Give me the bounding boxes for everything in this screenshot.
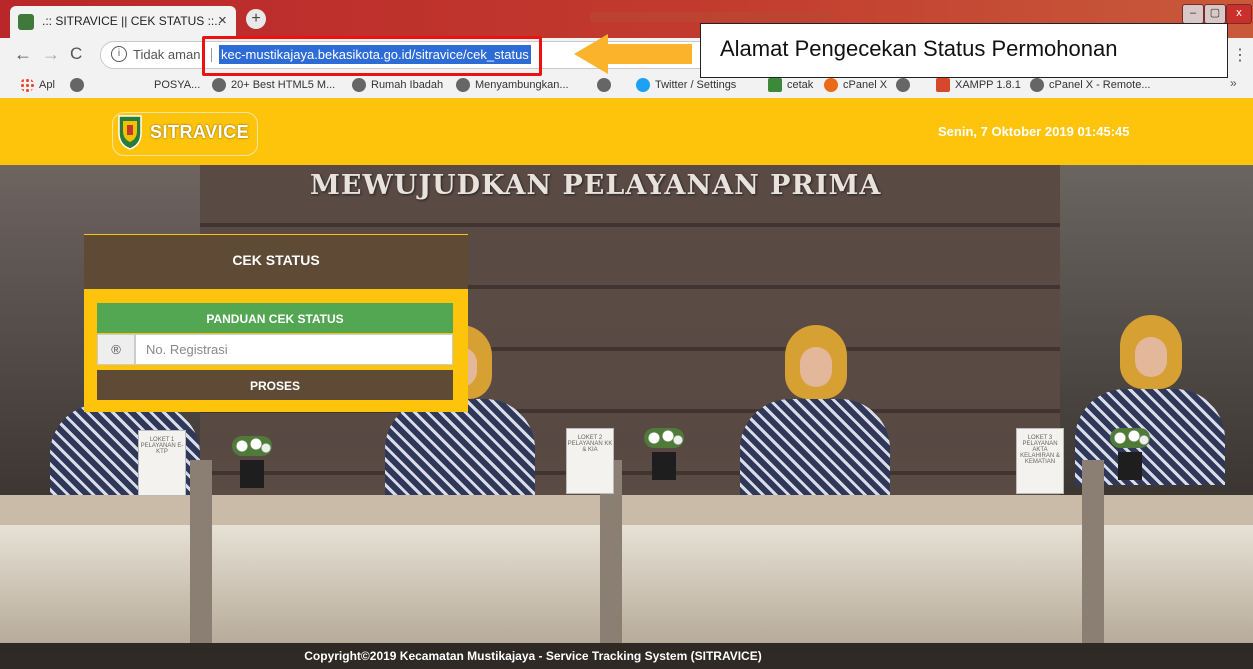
bookmark-item[interactable]: Rumah Ibadah [352, 76, 443, 94]
site-logo-text[interactable]: SITRAVICE [150, 122, 249, 143]
globe-icon [352, 78, 366, 92]
annotation-callout-text: Alamat Pengecekan Status Permohonan [720, 36, 1118, 61]
bookmark-item[interactable]: XAMPP 1.8.1 [936, 76, 1021, 94]
browser-tab[interactable]: .:: SITRAVICE || CEK STATUS ::.. × [10, 6, 236, 38]
globe-icon [1030, 78, 1044, 92]
bekasi-emblem-icon [118, 115, 142, 150]
apps-icon [20, 78, 34, 92]
hero-slogan: MEWUJUDKAN PELAYANAN PRIMA [310, 170, 882, 201]
reload-icon[interactable]: C [70, 44, 82, 64]
new-tab-button[interactable]: + [246, 9, 266, 29]
counter-divider [1082, 460, 1104, 643]
bookmark-item[interactable]: Menyambungkan... [456, 76, 569, 94]
current-datetime: Senin, 7 Oktober 2019 01:45:45 [938, 124, 1130, 139]
counter-divider [190, 460, 212, 643]
site-favicon-icon [18, 14, 34, 30]
window-maximize-button[interactable]: ▢ [1204, 4, 1226, 24]
globe-icon [212, 78, 226, 92]
registration-number-input[interactable] [135, 334, 453, 365]
counter-sign: LOKET 2 PELAYANAN KK & KIA [566, 428, 614, 494]
window-minimize-button[interactable]: – [1182, 4, 1204, 24]
service-counter-front [0, 525, 1253, 643]
arrow-left-icon [574, 34, 608, 74]
bookmark-item[interactable]: cPanel X [824, 76, 887, 94]
copyright-text: Copyright©2019 Kecamatan Mustikajaya - S… [304, 649, 762, 663]
bookmark-item[interactable]: Apl [20, 76, 55, 94]
staff-person [740, 325, 890, 495]
arrow-shaft [606, 44, 692, 64]
flower-vase-icon [1110, 428, 1150, 480]
browser-menu-icon[interactable]: ⋮ [1232, 45, 1248, 65]
bookmark-item[interactable] [896, 76, 910, 94]
back-arrow-icon[interactable]: ← [14, 44, 32, 65]
registered-icon: ® [97, 334, 135, 365]
bookmark-item[interactable] [70, 76, 84, 94]
security-label[interactable]: Tidak aman [133, 47, 200, 62]
window-title-blur [590, 12, 830, 22]
cetak-icon [768, 78, 782, 92]
guide-button[interactable]: PANDUAN CEK STATUS [97, 303, 453, 333]
bookmark-item[interactable]: cetak [768, 76, 813, 94]
bookmarks-overflow-icon[interactable]: » [1230, 76, 1237, 90]
bookmark-item[interactable]: Twitter / Settings [636, 76, 736, 94]
info-icon[interactable]: i [111, 46, 127, 62]
xampp-icon [936, 78, 950, 92]
bookmark-item[interactable] [597, 76, 611, 94]
globe-icon [456, 78, 470, 92]
globe-icon [597, 78, 611, 92]
cpanel-icon [824, 78, 838, 92]
tab-close-icon[interactable]: × [218, 12, 227, 29]
cek-status-title: CEK STATUS [232, 252, 320, 268]
flower-vase-icon [644, 428, 684, 480]
bookmark-item[interactable]: 20+ Best HTML5 M... [212, 76, 335, 94]
globe-icon [70, 78, 84, 92]
process-button[interactable]: PROSES [97, 370, 453, 400]
url-highlight-box [202, 36, 542, 76]
window-close-button[interactable]: x [1226, 4, 1252, 24]
flower-vase-icon [232, 436, 272, 488]
service-counter-top [0, 495, 1253, 525]
bookmark-item[interactable]: cPanel X - Remote... [1030, 76, 1151, 94]
bookmark-item[interactable]: POSYA... [154, 76, 200, 94]
tab-title: .:: SITRAVICE || CEK STATUS ::.. [42, 14, 221, 28]
forward-arrow-icon[interactable]: → [42, 44, 60, 65]
counter-sign: LOKET 3 PELAYANAN AKTA KELAHIRAN & KEMAT… [1016, 428, 1064, 494]
counter-sign: LOKET 1 PELAYANAN E-KTP [138, 430, 186, 496]
globe-icon [896, 78, 910, 92]
twitter-icon [636, 78, 650, 92]
